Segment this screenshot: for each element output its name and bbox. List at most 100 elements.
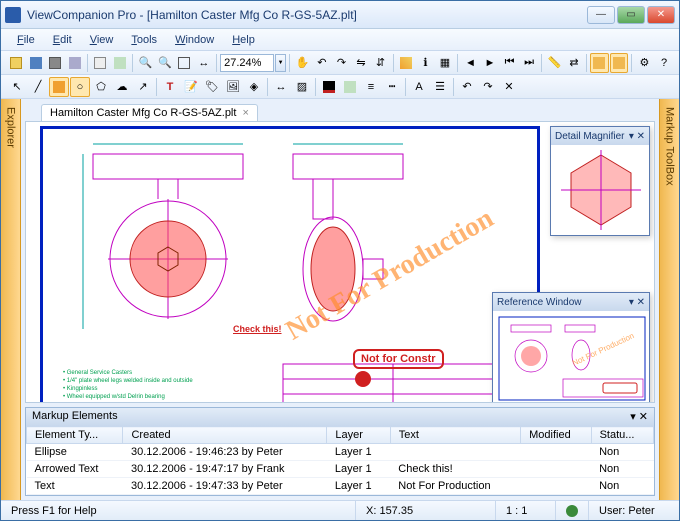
markup-elements-header[interactable]: Markup Elements ▾ ✕ (26, 408, 654, 426)
measure-icon[interactable]: 📏 (545, 53, 564, 73)
cloud-tool-icon[interactable]: ☁ (112, 77, 132, 97)
linecolor-icon[interactable] (319, 77, 339, 97)
svg-text:• 1/4" plate wheel legs welded: • 1/4" plate wheel legs welded inside an… (63, 378, 193, 384)
line-tool-icon[interactable]: ╱ (28, 77, 48, 97)
markup-table: Element Ty... Created Layer Text Modifie… (26, 426, 654, 495)
dimension-tool-icon[interactable]: ↔ (271, 77, 291, 97)
detail-magnifier-view (551, 145, 649, 235)
status-x: X: 157.35 (356, 501, 496, 520)
print-preview-icon[interactable] (66, 53, 85, 73)
select-tool-icon[interactable]: ↖ (7, 77, 27, 97)
zoom-fit-icon[interactable] (175, 53, 194, 73)
panel-menu-icon[interactable]: ▾ ✕ (629, 131, 645, 142)
reference-window-title: Reference Window (497, 297, 581, 308)
ellipse-tool-icon[interactable]: ○ (70, 77, 90, 97)
status-help: Press F1 for Help (1, 501, 356, 520)
flip-v-icon[interactable]: ⇵ (371, 53, 390, 73)
area-tool-icon[interactable]: ▨ (292, 77, 312, 97)
font-icon[interactable]: A (409, 77, 429, 97)
menu-help[interactable]: Help (224, 32, 263, 48)
menu-tools[interactable]: Tools (123, 32, 165, 48)
document-tab[interactable]: Hamilton Caster Mfg Co R-GS-5AZ.plt × (41, 104, 258, 121)
detail-magnifier-panel[interactable]: Detail Magnifier ▾ ✕ (550, 126, 650, 236)
copy-icon[interactable] (91, 53, 110, 73)
layers-icon[interactable] (397, 53, 416, 73)
note-tool-icon[interactable]: 📝 (181, 77, 201, 97)
col-text[interactable]: Text (390, 427, 520, 444)
maximize-button[interactable]: ▭ (617, 6, 645, 24)
fillcolor-icon[interactable] (340, 77, 360, 97)
print-icon[interactable] (46, 53, 65, 73)
svg-text:• General Service Casters: • General Service Casters (63, 370, 132, 376)
symbol-tool-icon[interactable]: ◈ (244, 77, 264, 97)
markup-elements-title: Markup Elements (32, 410, 118, 424)
body-area: Explorer Hamilton Caster Mfg Co R-GS-5AZ… (1, 99, 679, 500)
linestyle-icon[interactable]: ┅ (382, 77, 402, 97)
col-layer[interactable]: Layer (327, 427, 390, 444)
col-modified[interactable]: Modified (521, 427, 591, 444)
compare-icon[interactable]: ⇄ (565, 53, 584, 73)
first-page-icon[interactable]: ⏮ (500, 53, 519, 73)
table-row[interactable]: Text30.12.2006 - 19:47:33 by Peter Layer… (27, 478, 654, 495)
document-tab-label: Hamilton Caster Mfg Co R-GS-5AZ.plt (50, 107, 236, 119)
flip-h-icon[interactable]: ⇋ (352, 53, 371, 73)
window-controls: — ▭ ✕ (587, 6, 675, 24)
zoom-in-icon[interactable]: 🔍 (136, 53, 155, 73)
polygon-tool-icon[interactable]: ⬠ (91, 77, 111, 97)
arrow-tool-icon[interactable]: ↗ (133, 77, 153, 97)
markup-elements-panel: Markup Elements ▾ ✕ Element Ty... Create… (25, 407, 655, 496)
close-button[interactable]: ✕ (647, 6, 675, 24)
text-tool-icon[interactable]: T (160, 77, 180, 97)
export-icon[interactable] (111, 53, 130, 73)
linewidth-icon[interactable]: ≡ (361, 77, 381, 97)
canvas[interactable]: • General Service Casters • 1/4" plate w… (25, 121, 655, 403)
reference-toggle-icon[interactable] (610, 53, 629, 73)
rotate-left-icon[interactable]: ↶ (313, 53, 332, 73)
magnifier-toggle-icon[interactable] (590, 53, 609, 73)
reference-window-header[interactable]: Reference Window ▾ ✕ (493, 293, 649, 311)
col-created[interactable]: Created (123, 427, 327, 444)
help-icon[interactable]: ? (655, 53, 674, 73)
last-page-icon[interactable]: ⏭ (520, 53, 539, 73)
align-icon[interactable]: ☰ (430, 77, 450, 97)
reference-window-view: Not For Production (493, 311, 649, 403)
rect-tool-icon[interactable] (49, 77, 69, 97)
app-window: ViewCompanion Pro - [Hamilton Caster Mfg… (0, 0, 680, 521)
redo-icon[interactable]: ↷ (478, 77, 498, 97)
table-row[interactable]: Arrowed Text30.12.2006 - 19:47:17 by Fra… (27, 461, 654, 478)
zoom-width-icon[interactable]: ↔ (195, 53, 214, 73)
save-icon[interactable] (27, 53, 46, 73)
reference-window-panel[interactable]: Reference Window ▾ ✕ Not For Production (492, 292, 650, 403)
menu-window[interactable]: Window (167, 32, 222, 48)
panel-controls[interactable]: ▾ ✕ (630, 410, 648, 424)
undo-icon[interactable]: ↶ (457, 77, 477, 97)
col-type[interactable]: Element Ty... (27, 427, 123, 444)
pan-icon[interactable]: ✋ (293, 53, 312, 73)
status-ratio: 1 : 1 (496, 501, 556, 520)
menu-edit[interactable]: Edit (45, 32, 80, 48)
settings-icon[interactable]: ⚙ (635, 53, 654, 73)
markup-toolbox-tab[interactable]: Markup ToolBox (659, 99, 679, 500)
zoom-out-icon[interactable]: 🔍 (156, 53, 175, 73)
menu-view[interactable]: View (82, 32, 122, 48)
explorer-tab[interactable]: Explorer (1, 99, 21, 500)
menu-file[interactable]: File (9, 32, 43, 48)
next-page-icon[interactable]: ► (481, 53, 500, 73)
col-status[interactable]: Statu... (591, 427, 653, 444)
detail-magnifier-header[interactable]: Detail Magnifier ▾ ✕ (551, 127, 649, 145)
table-row[interactable]: Ellipse30.12.2006 - 19:46:23 by Peter La… (27, 444, 654, 461)
grid-icon[interactable]: ▦ (436, 53, 455, 73)
svg-text:• Wheel equipped w/std Delrin: • Wheel equipped w/std Delrin bearing (63, 394, 165, 400)
info-icon[interactable]: ℹ (416, 53, 435, 73)
rotate-right-icon[interactable]: ↷ (332, 53, 351, 73)
stamp-tool-icon[interactable]: 🏷 (202, 77, 222, 97)
image-tool-icon[interactable]: 🖼 (223, 77, 243, 97)
document-tab-close-icon[interactable]: × (242, 107, 248, 119)
zoom-input[interactable]: 27.24% (220, 54, 274, 72)
minimize-button[interactable]: — (587, 6, 615, 24)
panel-menu-icon[interactable]: ▾ ✕ (629, 297, 645, 308)
open-icon[interactable] (7, 53, 26, 73)
zoom-dropdown[interactable]: ▼ (275, 54, 286, 72)
prev-page-icon[interactable]: ◄ (461, 53, 480, 73)
delete-icon[interactable]: ✕ (499, 77, 519, 97)
